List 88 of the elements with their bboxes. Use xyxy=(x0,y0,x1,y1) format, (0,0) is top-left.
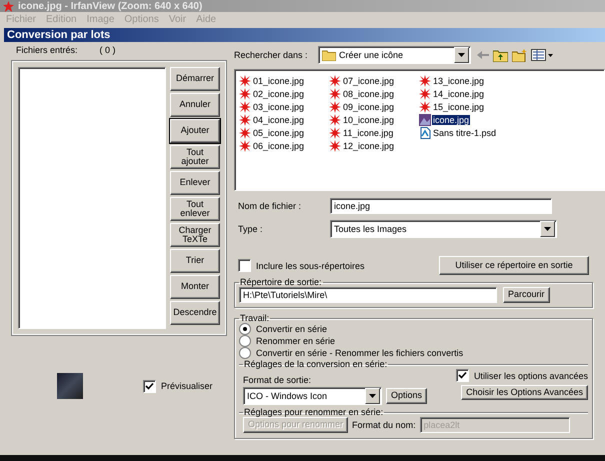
list-button[interactable]: Descendre xyxy=(170,301,220,325)
list-button[interactable]: Enlever xyxy=(170,171,220,195)
list-button[interactable]: Charger TeXTe xyxy=(170,223,220,247)
file-item[interactable]: 01_icone.jpg xyxy=(252,76,306,86)
splat-icon xyxy=(419,88,431,100)
splat-icon xyxy=(329,100,341,112)
file-item[interactable]: 13_icone.jpg xyxy=(432,76,486,86)
new-folder-icon[interactable] xyxy=(512,48,527,62)
list-button[interactable]: Monter xyxy=(170,275,220,299)
conversion-legend: Réglages de la conversion en série: xyxy=(243,359,388,369)
file-item[interactable]: 07_icone.jpg xyxy=(342,76,396,86)
photo-placeholder xyxy=(57,373,83,399)
file-item[interactable]: icone.jpg xyxy=(432,114,470,124)
splat-icon xyxy=(329,74,341,86)
file-item[interactable]: 10_icone.jpg xyxy=(342,114,396,124)
caret-icon xyxy=(458,53,465,57)
output-dir-field[interactable]: H:\Pte\Tutoriels\Mire\ xyxy=(239,287,497,303)
dialog-title: Conversion par lots xyxy=(7,29,110,41)
splat-icon xyxy=(239,100,251,112)
radio-label: Renommer en série xyxy=(256,336,336,346)
radio-button[interactable] xyxy=(239,323,251,335)
files-label: Fichiers entrés: xyxy=(16,45,78,57)
browse-button[interactable]: Parcourir xyxy=(503,287,550,303)
files-list[interactable] xyxy=(18,67,166,329)
radio-button[interactable] xyxy=(239,347,251,359)
advanced-options-button[interactable]: Choisir les Options Avancées xyxy=(461,385,588,400)
list-button[interactable]: Annuler xyxy=(170,93,220,117)
folder-icon xyxy=(322,50,336,60)
name-format-label: Format du nom: xyxy=(352,420,416,430)
format-dropdown[interactable]: ICO - Windows Icon xyxy=(243,387,382,405)
look-in-label: Rechercher dans : xyxy=(234,50,309,60)
file-item[interactable]: 02_icone.jpg xyxy=(252,88,306,98)
output-dir-legend: Répertoire de sortie: xyxy=(239,277,323,287)
splat-icon xyxy=(239,114,251,126)
list-button[interactable]: Trier xyxy=(170,249,220,273)
type-dropdown[interactable]: Toutes les Images xyxy=(330,220,557,238)
caret-icon xyxy=(544,227,551,231)
splat-icon xyxy=(329,140,341,152)
options-button[interactable]: Options xyxy=(386,388,428,404)
splat-icon xyxy=(239,88,251,100)
subdirs-label: Inclure les sous-répertoires xyxy=(256,260,365,270)
list-button[interactable]: Tout enlever xyxy=(170,197,220,221)
advanced-checkbox[interactable] xyxy=(456,369,469,382)
window-title: icone.jpg - IrfanView (Zoom: 640 x 640) xyxy=(18,0,202,12)
preview-checkbox[interactable] xyxy=(143,380,156,392)
file-item[interactable]: 15_icone.jpg xyxy=(432,102,486,112)
file-item[interactable]: Sans titre-1.psd xyxy=(432,128,498,138)
splat-icon xyxy=(239,74,251,86)
document-icon xyxy=(419,126,431,138)
folder-up-icon[interactable] xyxy=(493,48,508,62)
splat-icon xyxy=(419,74,431,86)
use-directory-button[interactable]: Utiliser ce répertoire en sortie xyxy=(439,256,589,275)
radio-button[interactable] xyxy=(239,335,251,347)
splat-icon xyxy=(329,88,341,100)
image-thumbnail-icon xyxy=(419,114,431,126)
preview-label: Prévisualiser xyxy=(161,381,213,391)
advanced-label: Utiliser les options avancées xyxy=(474,370,588,380)
file-item[interactable]: 04_icone.jpg xyxy=(252,114,306,124)
file-item[interactable]: 03_icone.jpg xyxy=(252,102,306,112)
caret-icon xyxy=(369,394,376,398)
file-item[interactable]: 06_icone.jpg xyxy=(252,140,306,150)
splat-icon xyxy=(329,126,341,138)
star-icon xyxy=(3,0,14,12)
file-name-label: Nom de fichier : xyxy=(238,201,302,211)
work-legend: Travail: xyxy=(239,313,270,323)
splat-icon xyxy=(239,126,251,138)
view-menu-icon[interactable] xyxy=(531,49,553,61)
files-count: ( 0 ) xyxy=(100,45,116,57)
file-item[interactable]: 11_icone.jpg xyxy=(342,128,394,138)
file-item[interactable]: 05_icone.jpg xyxy=(252,128,306,138)
rename-legend: Réglages pour renommer en série: xyxy=(243,407,384,417)
file-name-field[interactable]: icone.jpg xyxy=(330,198,552,214)
file-item[interactable]: 14_icone.jpg xyxy=(432,88,486,98)
type-label: Type : xyxy=(238,224,264,234)
splat-icon xyxy=(239,140,251,152)
file-item[interactable]: 09_icone.jpg xyxy=(342,102,396,112)
radio-label: Convertir en série xyxy=(256,324,328,334)
folder-dropdown[interactable]: Créer une icône xyxy=(318,46,471,64)
splat-icon xyxy=(419,100,431,112)
radio-label: Convertir en série - Renommer les fichiers convertis xyxy=(256,348,464,358)
subdirs-checkbox[interactable] xyxy=(238,259,251,272)
splat-icon xyxy=(329,114,341,126)
list-button[interactable]: Ajouter xyxy=(170,119,220,143)
list-button[interactable]: Démarrer xyxy=(170,67,220,91)
list-button[interactable]: Tout ajouter xyxy=(170,145,220,169)
file-item[interactable]: 08_icone.jpg xyxy=(342,88,396,98)
format-label: Format de sortie: xyxy=(243,375,312,385)
file-item[interactable]: 12_icone.jpg xyxy=(342,140,396,150)
